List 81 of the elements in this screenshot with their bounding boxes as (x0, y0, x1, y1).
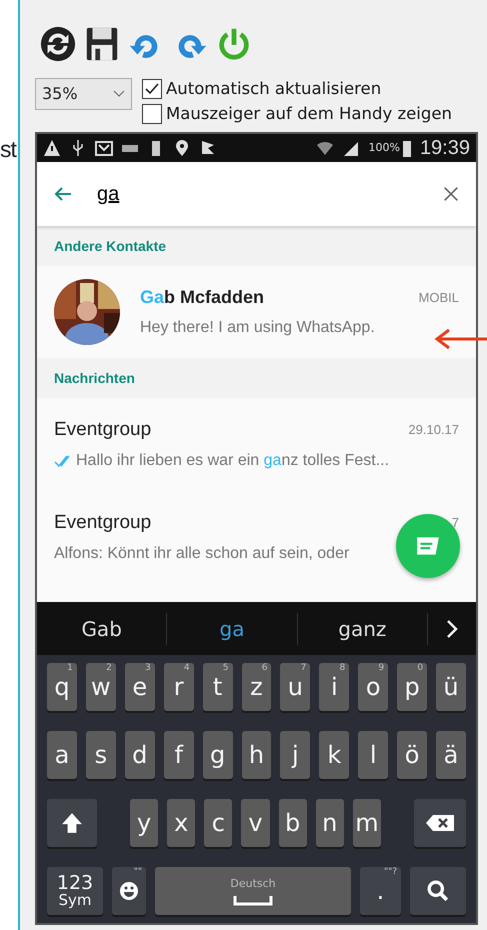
key[interactable]: c (204, 799, 232, 847)
key[interactable]: w 2 (86, 663, 116, 711)
checkbox-label[interactable]: Mauszeiger auf dem Handy zeigen (166, 101, 452, 126)
key[interactable]: e 3 (124, 663, 155, 711)
suggestion[interactable]: ga (167, 612, 298, 644)
suggestion[interactable]: Gab (37, 612, 168, 644)
battery-percent: 100% (368, 140, 400, 156)
key[interactable]: t 5 (202, 663, 233, 711)
smiley-icon (119, 881, 139, 901)
contact-name: Eventgroup (54, 510, 152, 535)
emoji-key[interactable]: "" (112, 867, 146, 915)
key[interactable]: k (319, 731, 350, 779)
chat-date: 29.10.17 (408, 421, 459, 440)
key[interactable]: ü (436, 663, 466, 711)
search-field[interactable]: ga (95, 178, 442, 210)
key[interactable]: g (202, 731, 233, 779)
key[interactable]: h (242, 731, 272, 779)
backspace-key[interactable] (414, 799, 466, 847)
key[interactable]: ä (436, 731, 466, 779)
search-bar[interactable]: ga (37, 162, 476, 226)
flag-icon (199, 139, 217, 157)
message-preview: Hey there! I am using WhatsApp. (140, 318, 375, 338)
chevron-icon (113, 90, 125, 98)
key[interactable]: x (167, 799, 196, 847)
key[interactable]: n (316, 799, 344, 847)
key[interactable]: l (358, 731, 388, 779)
key[interactable]: f (164, 731, 194, 779)
key[interactable]: j (280, 731, 310, 779)
mail-icon (95, 139, 113, 157)
battery-icon (402, 139, 412, 157)
chevron-right-icon[interactable] (446, 618, 458, 638)
key[interactable]: o 9 (358, 663, 388, 711)
space-bar-icon (233, 896, 273, 906)
contact-name: Eventgroup (54, 418, 152, 442)
key[interactable]: s (86, 731, 116, 779)
key[interactable]: p 0 (397, 663, 428, 711)
refresh-icon[interactable] (39, 25, 77, 63)
chat-row[interactable]: Eventgroup 7 Alfons: Könnt ihr alle schon auf sein, oder (37, 491, 476, 584)
key[interactable]: m (352, 799, 381, 847)
space-key[interactable]: Deutsch (155, 867, 351, 915)
key[interactable]: . ""? (360, 867, 401, 915)
warning-icon (43, 139, 61, 157)
clock-time: 19:39 (420, 136, 470, 161)
key[interactable]: i 8 (319, 663, 350, 711)
suggestion[interactable]: ganz (298, 612, 428, 644)
section-header: Andere Kontakte (37, 226, 476, 266)
key[interactable]: u 7 (280, 663, 310, 711)
checkbox-label[interactable]: Automatisch aktualisieren (166, 76, 382, 101)
message-preview: Hallo ihr lieben es war ein ganz tolles Fest... (76, 451, 390, 472)
section-header: Nachrichten (37, 358, 476, 398)
shift-key[interactable] (47, 799, 97, 847)
key[interactable]: ö (397, 731, 428, 779)
search-key[interactable] (410, 867, 466, 915)
arrow-icon (433, 327, 487, 351)
message-preview: Alfons: Könnt ihr alle schon auf sein, oder (54, 544, 350, 564)
chat-date: 7 (452, 514, 459, 532)
arrow-up-icon (61, 812, 83, 834)
location-icon (173, 139, 191, 157)
symbols-key[interactable]: 123 Sym (47, 867, 103, 915)
zoom-select[interactable]: 35% (35, 78, 132, 110)
key[interactable]: v (241, 799, 270, 847)
key[interactable]: d (124, 731, 155, 779)
chat-row[interactable]: Eventgroup 29.10.17 Hallo ihr lieben es war ein ganz tolles Fest... (37, 398, 476, 491)
key[interactable]: a (47, 731, 77, 779)
wifi-icon (316, 139, 334, 157)
key[interactable]: b (278, 799, 307, 847)
contact-name: Gab Mcfadden (140, 286, 264, 309)
close-icon[interactable] (442, 185, 460, 203)
search-icon (427, 880, 449, 902)
partial-text: st (0, 138, 16, 161)
key[interactable]: q 1 (47, 663, 77, 711)
contact-row[interactable]: Gab Mcfadden MOBIL Hey there! I am using WhatsApp. (37, 266, 476, 358)
key[interactable]: z 6 (242, 663, 272, 711)
backspace-icon (424, 814, 455, 832)
key[interactable]: r 4 (164, 663, 194, 711)
checkbox[interactable] (142, 78, 162, 98)
phone-type-label: MOBIL (418, 288, 459, 307)
checkbox[interactable] (142, 104, 162, 124)
key[interactable]: y (130, 799, 158, 847)
checkmark-icon (144, 80, 160, 96)
message-icon (415, 535, 441, 557)
